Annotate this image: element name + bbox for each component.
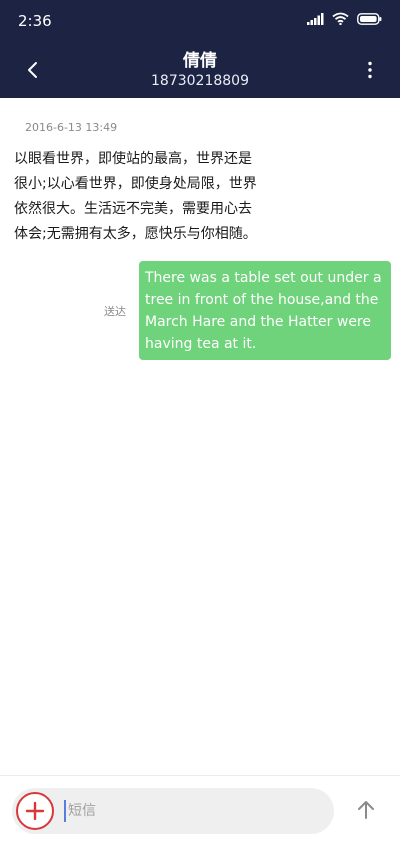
- contact-name: 倩倩: [183, 51, 217, 71]
- incoming-message[interactable]: 以眼看世界，即使站的最高，世界还是很小;以心看世界，即使身处局限，世界依然很大。…: [14, 147, 264, 247]
- composer-bar: [0, 775, 400, 844]
- plus-icon: [25, 801, 45, 821]
- delivered-status: 送达: [104, 305, 126, 318]
- message-timestamp: 2016-6-13 13:49: [25, 121, 118, 134]
- arrow-up-icon: [358, 801, 374, 819]
- navigation-bar: 倩倩 18730218809: [0, 44, 400, 98]
- more-vertical-icon: [368, 61, 372, 79]
- outgoing-message-bubble[interactable]: There was a table set out under a tree i…: [139, 261, 391, 360]
- message-input[interactable]: [64, 800, 314, 822]
- contact-number: 18730218809: [151, 73, 249, 89]
- status-time: 2:36: [18, 12, 52, 30]
- composer-pill: [12, 788, 334, 834]
- contact-title: 倩倩 18730218809: [0, 50, 400, 90]
- send-button[interactable]: [352, 796, 380, 824]
- status-bar: 2:36: [0, 0, 400, 44]
- more-options-button[interactable]: [358, 56, 382, 84]
- add-attachment-button[interactable]: [16, 792, 54, 830]
- wifi-icon: [332, 12, 349, 25]
- battery-icon: [357, 12, 382, 25]
- signal-icon: [307, 12, 324, 25]
- app-header: 2:36 倩倩 18730218809: [0, 0, 400, 98]
- status-icons: [307, 12, 382, 25]
